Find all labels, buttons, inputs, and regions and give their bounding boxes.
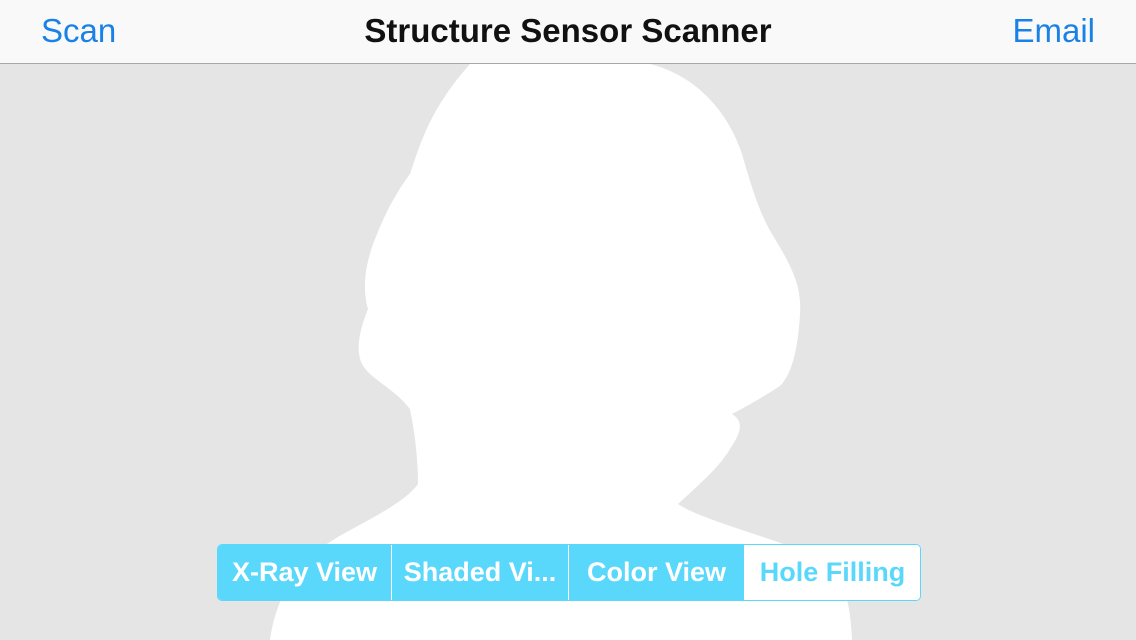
tab-xray-view[interactable]: X-Ray View <box>218 545 391 600</box>
view-mode-segmented-control[interactable]: X-Ray View Shaded Vi... Color View Hole … <box>217 544 921 601</box>
navigation-bar: Scan Structure Sensor Scanner Email <box>0 0 1136 64</box>
tab-color-view[interactable]: Color View <box>568 545 744 600</box>
page-title: Structure Sensor Scanner <box>364 12 772 49</box>
tab-hole-filling[interactable]: Hole Filling <box>744 545 920 600</box>
tab-shaded-view[interactable]: Shaded Vi... <box>391 545 568 600</box>
email-button[interactable]: Email <box>1012 12 1095 50</box>
